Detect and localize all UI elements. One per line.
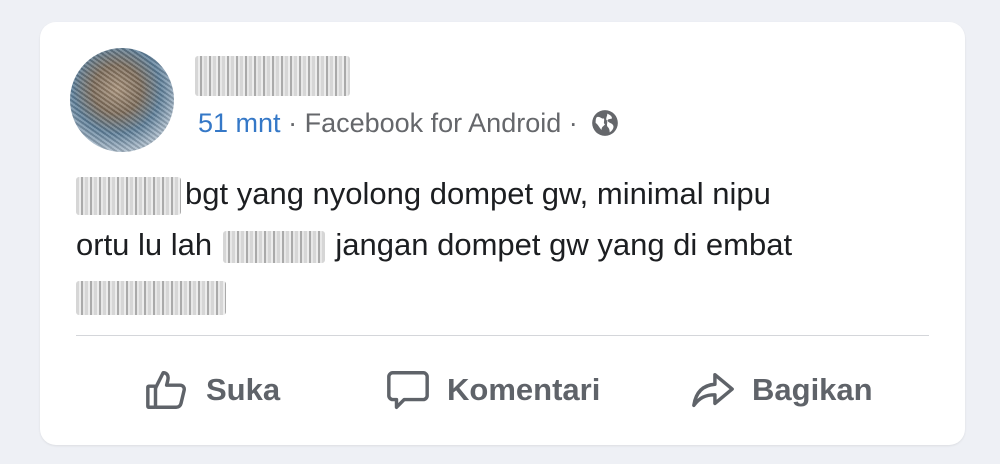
comment-button[interactable]: Komentari <box>385 362 600 418</box>
redacted-word <box>76 280 226 315</box>
post-text-segment: ortu lu lah <box>76 227 213 262</box>
author-name-redacted[interactable] <box>195 56 350 96</box>
author-avatar[interactable] <box>70 48 174 152</box>
post-text-segment: bgt yang nyolong dompet gw, minimal nipu <box>185 176 771 211</box>
globe-icon[interactable] <box>591 109 619 144</box>
post-text-line-3 <box>76 270 936 321</box>
post-text-line-2: ortu lu lah jangan dompet gw yang di emb… <box>76 219 936 270</box>
post-card: 51 mnt · Facebook for Android · bgt yang… <box>40 22 965 445</box>
meta-separator-2: · <box>568 108 578 138</box>
post-meta: 51 mnt · Facebook for Android · <box>198 108 619 144</box>
like-label: Suka <box>206 372 281 407</box>
share-button[interactable]: Bagikan <box>690 362 873 418</box>
comment-label: Komentari <box>447 372 601 407</box>
comment-icon <box>385 367 431 413</box>
share-arrow-icon <box>690 367 736 413</box>
redacted-word <box>222 230 325 263</box>
action-bar: Suka Komentari Bagikan <box>40 362 965 418</box>
divider <box>76 335 929 336</box>
post-text-line-1: bgt yang nyolong dompet gw, minimal nipu <box>76 168 936 219</box>
post-text: bgt yang nyolong dompet gw, minimal nipu… <box>76 168 936 321</box>
post-text-segment: jangan dompet gw yang di embat <box>335 227 793 262</box>
redacted-word <box>76 176 181 215</box>
share-label: Bagikan <box>752 372 873 407</box>
post-time-link[interactable]: 51 mnt <box>198 108 281 138</box>
like-button[interactable]: Suka <box>144 362 280 418</box>
thumbs-up-icon <box>144 367 190 413</box>
post-source: Facebook for Android <box>304 108 562 138</box>
meta-separator: · <box>288 108 298 138</box>
